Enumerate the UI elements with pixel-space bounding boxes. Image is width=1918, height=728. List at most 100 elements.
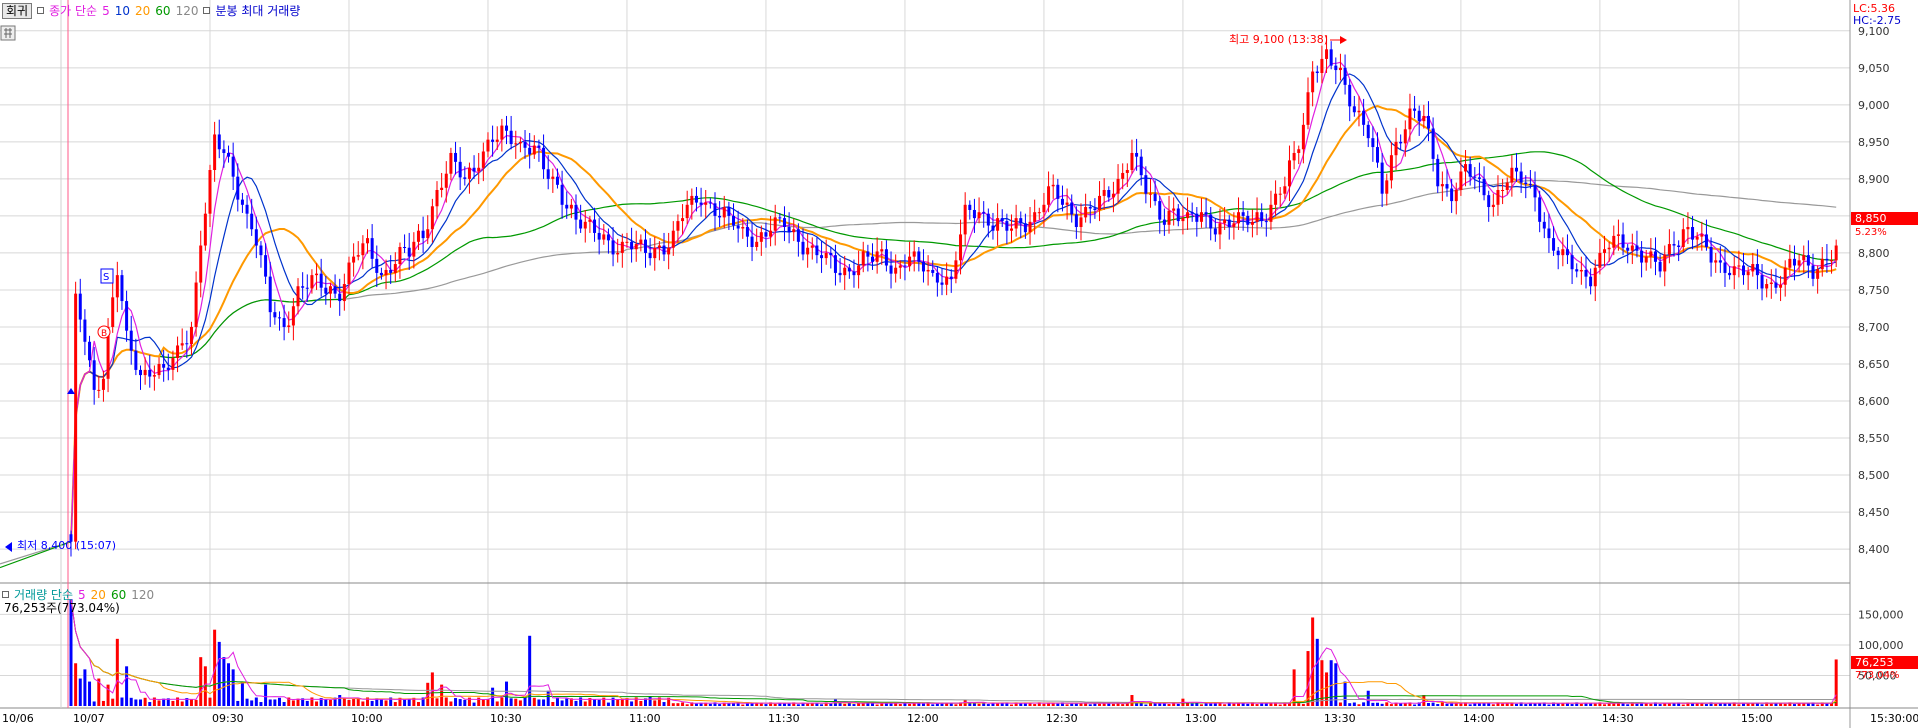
candle-body bbox=[1218, 223, 1222, 235]
candle-body bbox=[588, 219, 592, 222]
candle-body bbox=[171, 358, 175, 370]
bar-max-volume-label[interactable]: 분봉 최대 거래량 bbox=[215, 2, 300, 19]
candle-body bbox=[1593, 267, 1597, 287]
candle-body bbox=[1700, 234, 1704, 237]
candle-body bbox=[435, 189, 439, 207]
volume-bar bbox=[1825, 703, 1829, 706]
candle-body bbox=[1255, 212, 1259, 222]
ma5-line bbox=[70, 61, 1837, 542]
volume-bar bbox=[236, 700, 240, 706]
reset-button[interactable]: 회귀 bbox=[2, 2, 33, 19]
volume-bar bbox=[138, 699, 142, 706]
candle-body bbox=[583, 221, 587, 229]
ma120-label[interactable]: 120 bbox=[176, 4, 199, 18]
candle-body bbox=[755, 241, 759, 248]
grid-view-icon[interactable] bbox=[0, 25, 16, 41]
chart-canvas[interactable]: 9,1009,0509,0008,9508,9008,8508,8008,750… bbox=[0, 0, 1918, 728]
candle-body bbox=[1426, 115, 1430, 129]
price-tick-label: 8,900 bbox=[1858, 173, 1890, 186]
ma5-label[interactable]: 5 bbox=[102, 4, 110, 18]
candle-body bbox=[495, 139, 499, 142]
volume-bar bbox=[1088, 704, 1092, 706]
ma20-label[interactable]: 20 bbox=[135, 4, 150, 18]
volume-bar bbox=[764, 704, 768, 706]
candle-body bbox=[1797, 260, 1801, 266]
candle-body bbox=[1167, 210, 1171, 225]
bar-settings-square-icon[interactable] bbox=[203, 7, 211, 14]
candle-body bbox=[1102, 189, 1106, 196]
candle-body bbox=[134, 350, 138, 370]
candle-body bbox=[1195, 213, 1199, 222]
candle-body bbox=[787, 227, 791, 233]
candle-body bbox=[806, 247, 810, 255]
candle-body bbox=[625, 241, 629, 243]
volume-bar bbox=[1626, 704, 1630, 706]
volume-bar bbox=[954, 704, 958, 706]
settings-square-icon[interactable] bbox=[37, 7, 45, 14]
candle-body bbox=[894, 267, 898, 274]
candle-body bbox=[699, 202, 703, 205]
vol-ma120-label[interactable]: 120 bbox=[131, 588, 154, 602]
volume-bar bbox=[416, 702, 420, 706]
volume-bar bbox=[1278, 704, 1282, 706]
candle-body bbox=[602, 234, 606, 240]
volume-bar bbox=[291, 700, 295, 706]
candle-body bbox=[648, 252, 652, 259]
time-tick-label: 10/06 bbox=[2, 712, 34, 725]
candle-body bbox=[1737, 265, 1741, 267]
candle-body bbox=[796, 229, 800, 242]
candle-body bbox=[1009, 228, 1013, 231]
candle-body bbox=[268, 276, 272, 313]
volume-bar bbox=[1269, 703, 1273, 706]
candle-body bbox=[78, 293, 82, 320]
candle-body bbox=[1788, 258, 1792, 268]
candle-body bbox=[718, 215, 722, 218]
volume-bar bbox=[1704, 704, 1708, 706]
candle-body bbox=[1579, 269, 1583, 272]
candle-body bbox=[231, 156, 235, 177]
volume-bar bbox=[449, 701, 453, 706]
candle-body bbox=[1186, 212, 1190, 219]
candle-body bbox=[1454, 189, 1458, 202]
candle-body bbox=[671, 230, 675, 248]
volume-bar bbox=[986, 704, 990, 706]
volume-bar bbox=[555, 697, 559, 706]
candle-body bbox=[815, 245, 819, 256]
candle-body bbox=[861, 251, 865, 266]
volume-bar bbox=[180, 701, 184, 706]
candle-body bbox=[384, 269, 388, 276]
volume-bar bbox=[583, 701, 587, 706]
candle-body bbox=[152, 375, 156, 377]
candle-body bbox=[157, 363, 161, 376]
candle-body bbox=[1811, 265, 1815, 279]
ma60-label[interactable]: 60 bbox=[155, 4, 170, 18]
volume-bar bbox=[1691, 703, 1695, 706]
ma60-line bbox=[0, 151, 1837, 569]
candle-body bbox=[1070, 202, 1074, 215]
price-ma-label[interactable]: 종가 단순 bbox=[49, 2, 97, 19]
candle-body bbox=[1315, 71, 1319, 74]
time-tick-label: 13:00 bbox=[1185, 712, 1217, 725]
candle-body bbox=[1111, 193, 1115, 198]
candle-body bbox=[778, 217, 782, 219]
volume-bar bbox=[1315, 638, 1319, 706]
candle-body bbox=[574, 204, 578, 220]
volume-bar bbox=[277, 697, 281, 706]
candle-body bbox=[1528, 184, 1532, 186]
candle-body bbox=[1834, 245, 1838, 261]
volume-settings-square-icon[interactable] bbox=[2, 591, 9, 598]
candle-body bbox=[1413, 108, 1417, 111]
volume-bar bbox=[1130, 695, 1134, 706]
candle-body bbox=[838, 272, 842, 276]
volume-bar bbox=[1769, 703, 1773, 706]
volume-bar bbox=[574, 700, 578, 706]
volume-bar bbox=[222, 657, 226, 706]
current-price-label: 8,850 bbox=[1855, 212, 1887, 225]
candle-body bbox=[1431, 128, 1435, 159]
volume-bar bbox=[324, 699, 328, 706]
ma10-label[interactable]: 10 bbox=[115, 4, 130, 18]
candle-body bbox=[1663, 254, 1667, 272]
volume-bar bbox=[342, 697, 346, 706]
candle-body bbox=[1746, 271, 1750, 276]
candle-body bbox=[1135, 152, 1139, 157]
